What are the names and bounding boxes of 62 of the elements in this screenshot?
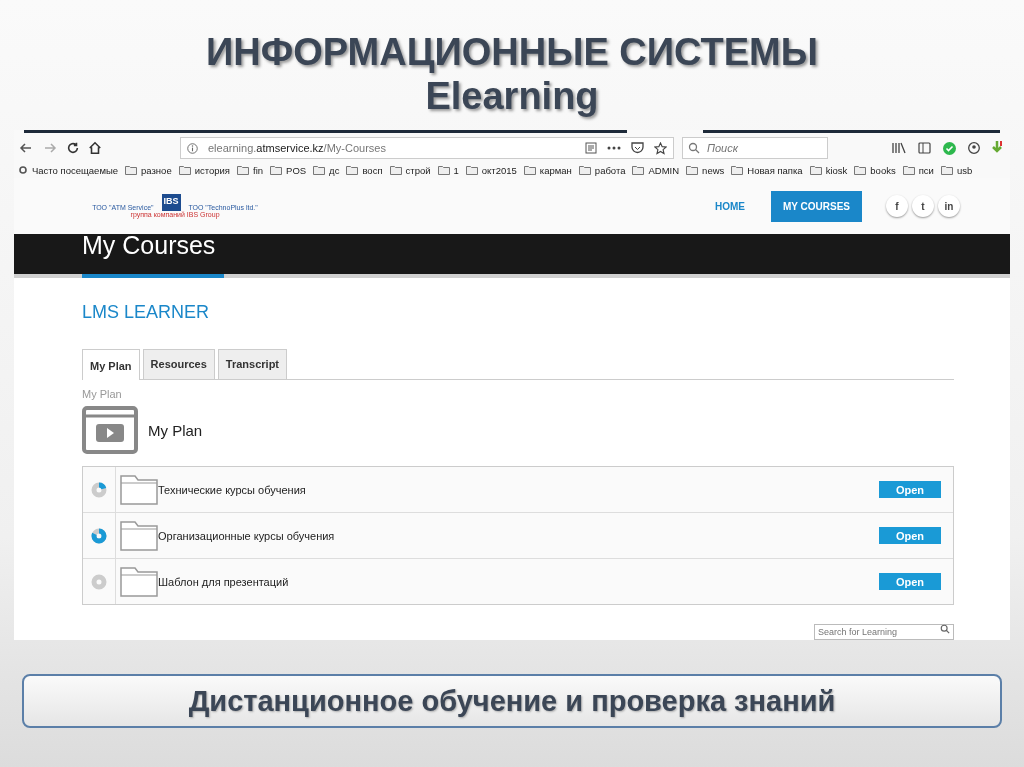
star-icon[interactable] bbox=[654, 141, 667, 155]
library-icon[interactable] bbox=[892, 142, 906, 155]
tab[interactable]: Transcript bbox=[217, 349, 288, 379]
bookmark-link[interactable]: строй bbox=[405, 164, 431, 176]
bookmark-link[interactable]: Новая папка bbox=[747, 164, 803, 176]
folder-icon bbox=[120, 566, 158, 597]
info-icon bbox=[187, 142, 198, 154]
bookmark-link[interactable]: usb bbox=[956, 164, 973, 176]
progress-ring bbox=[90, 572, 108, 591]
logo-mark: IBS bbox=[161, 194, 181, 211]
slide-caption: Дистанционное обучение и проверка знаний bbox=[22, 674, 1002, 728]
pocket-icon[interactable] bbox=[631, 142, 644, 155]
home-icon[interactable] bbox=[88, 141, 102, 156]
bookmark-link[interactable]: пси bbox=[918, 164, 934, 176]
folder-icon bbox=[120, 520, 158, 551]
reader-icon[interactable] bbox=[585, 142, 597, 155]
bookmark-link[interactable]: работа bbox=[594, 164, 626, 176]
slide-title: ИНФОРМАЦИОННЫЕ СИСТЕМЫ bbox=[206, 30, 818, 74]
bookmark-link[interactable]: kiosk bbox=[825, 164, 848, 176]
bookmark-link[interactable]: дс bbox=[329, 164, 340, 176]
bookmark-link[interactable]: карман bbox=[539, 164, 572, 176]
course-name: Технические курсы обучения bbox=[158, 483, 306, 496]
address-bar[interactable]: elearning.atmservice.kz/My-Courses bbox=[180, 137, 674, 160]
bookmark-link[interactable]: окт2015 bbox=[481, 164, 517, 176]
folder-icon bbox=[120, 474, 158, 505]
bookmark-link[interactable]: fin bbox=[253, 164, 264, 176]
banner-title: My Courses bbox=[82, 230, 216, 260]
bookmark-link[interactable]: разное bbox=[141, 164, 172, 176]
progress-ring bbox=[90, 526, 108, 545]
social-button[interactable]: f bbox=[886, 195, 908, 217]
tab[interactable]: Resources bbox=[142, 349, 215, 379]
nav-link[interactable]: MY COURSES bbox=[770, 190, 862, 222]
social-button[interactable]: t bbox=[912, 195, 934, 217]
sidebar-icon[interactable] bbox=[918, 142, 931, 155]
bookmark-link[interactable]: история bbox=[194, 164, 230, 176]
bookmark-link[interactable]: books bbox=[870, 164, 896, 176]
breadcrumb: My Plan bbox=[82, 388, 123, 400]
bookmark-link[interactable]: 1 bbox=[453, 164, 459, 176]
check-icon[interactable] bbox=[943, 141, 956, 155]
search-field[interactable]: Search for Learning bbox=[814, 624, 954, 640]
nav-link[interactable]: HOME bbox=[702, 190, 757, 222]
progress-ring bbox=[90, 480, 108, 499]
more-icon[interactable] bbox=[607, 146, 621, 151]
reload-icon[interactable] bbox=[66, 141, 80, 156]
video-window-icon bbox=[82, 406, 138, 454]
search-field[interactable]: Поиск bbox=[682, 137, 828, 160]
bookmark-link[interactable]: news bbox=[702, 164, 725, 176]
social-button[interactable]: in bbox=[938, 195, 960, 217]
search-icon bbox=[688, 142, 700, 155]
search-icon bbox=[940, 624, 950, 634]
tab[interactable]: My Plan bbox=[82, 349, 140, 380]
bookmark-link[interactable]: ADMIN bbox=[648, 164, 680, 176]
bookmark-link[interactable]: восп bbox=[362, 164, 383, 176]
course-name: Шаблон для презентаций bbox=[158, 575, 289, 588]
section-heading: LMS LEARNER bbox=[82, 302, 211, 323]
plan-title: My Plan bbox=[148, 421, 203, 439]
bookmark-link[interactable]: Часто посещаемые bbox=[32, 164, 119, 176]
url-text: elearning.atmservice.kz/My-Courses bbox=[208, 142, 386, 155]
bookmark-link[interactable]: POS bbox=[286, 164, 307, 176]
slide-subtitle: Elearning bbox=[425, 74, 599, 118]
course-name: Организационные курсы обучения bbox=[158, 529, 335, 542]
account-icon[interactable] bbox=[968, 142, 980, 155]
